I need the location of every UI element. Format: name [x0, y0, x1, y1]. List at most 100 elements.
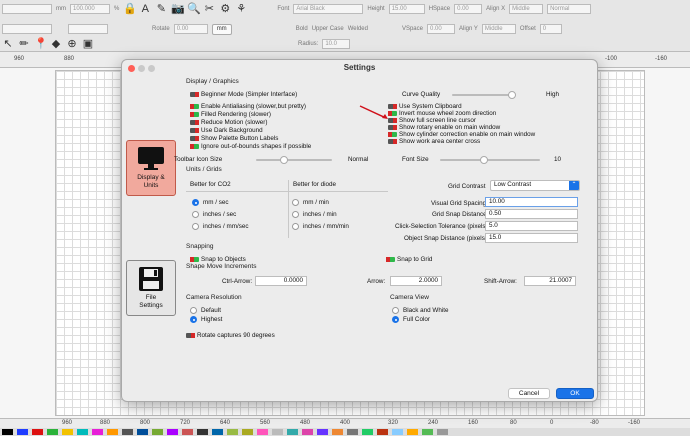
palette-swatch[interactable] [2, 429, 13, 435]
x-field[interactable] [2, 4, 52, 14]
zoom-icon[interactable]: 🔍 [187, 3, 201, 15]
palette-swatch[interactable] [32, 429, 43, 435]
align-icon[interactable]: ⊕ [66, 38, 78, 50]
filled-rendering-toggle[interactable]: Filled Rendering (slower) [190, 111, 271, 118]
beginner-mode-toggle[interactable]: Beginner Mode (Simpler Interface) [190, 91, 297, 98]
palette-swatch[interactable] [302, 429, 313, 435]
welded-checkbox[interactable]: Welded [348, 26, 368, 32]
unit-inches-min-radio[interactable]: inches / min [292, 211, 337, 218]
shift-arrow-input[interactable]: 21.0007 [524, 276, 576, 286]
text-tool-icon[interactable]: A [139, 3, 151, 15]
palette-swatch[interactable] [272, 429, 283, 435]
trace-icon[interactable]: ⚘ [235, 3, 247, 15]
palette-swatch[interactable] [362, 429, 373, 435]
grid-snap-distance-input[interactable]: 0.50 [485, 209, 578, 219]
unit-mm-min-radio[interactable]: mm / min [292, 199, 329, 206]
palette-swatch[interactable] [332, 429, 343, 435]
palette-swatch[interactable] [77, 429, 88, 435]
palette-swatch[interactable] [212, 429, 223, 435]
group-icon[interactable]: ▣ [82, 38, 94, 50]
arrow-input[interactable]: 2.0000 [390, 276, 442, 286]
palette-swatch[interactable] [287, 429, 298, 435]
camera-res-default-radio[interactable]: Default [190, 307, 221, 314]
palette-swatch[interactable] [122, 429, 133, 435]
palette-swatch[interactable] [227, 429, 238, 435]
hspace-field[interactable]: 0.00 [454, 4, 483, 14]
palette-swatch[interactable] [407, 429, 418, 435]
rotate-captures-toggle[interactable]: Rotate captures 90 degrees [186, 332, 275, 339]
height-scale-field[interactable] [68, 24, 108, 34]
height-field[interactable]: 15.00 [388, 4, 425, 14]
palette-swatch[interactable] [182, 429, 193, 435]
slider-knob[interactable] [280, 156, 288, 164]
unit-inches-sec-radio[interactable]: inches / sec [192, 211, 236, 218]
unit-mm-sec-radio[interactable]: mm / sec [192, 199, 229, 206]
node-tool-icon[interactable]: ✎ [155, 3, 167, 15]
reduce-motion-toggle[interactable]: Reduce Motion (slower) [190, 119, 268, 126]
camera-view-bw-radio[interactable]: Black and White [392, 307, 449, 314]
bold-checkbox[interactable]: Bold [296, 26, 308, 32]
dark-background-toggle[interactable]: Use Dark Background [190, 127, 263, 134]
offset-field[interactable]: 0 [539, 24, 562, 34]
camera-res-highest-radio[interactable]: Highest [190, 316, 222, 323]
ok-button[interactable]: OK [556, 388, 594, 399]
click-tolerance-input[interactable]: 5.0 [485, 221, 578, 231]
y-field[interactable] [2, 24, 52, 34]
close-window-icon[interactable] [128, 65, 135, 72]
cylinder-correction-toggle[interactable]: Show cylinder correction enable on main … [388, 131, 535, 138]
tools-icon[interactable]: ✂ [203, 3, 215, 15]
system-clipboard-toggle[interactable]: Use System Clipboard [388, 103, 462, 110]
palette-labels-toggle[interactable]: Show Palette Button Labels [190, 135, 278, 142]
position-icon[interactable]: ◆ [50, 38, 62, 50]
palette-swatch[interactable] [422, 429, 433, 435]
nav-display-units[interactable]: Display & Units [126, 140, 176, 196]
radius-field[interactable]: 10.0 [322, 39, 351, 49]
palette-swatch[interactable] [152, 429, 163, 435]
ctrl-arrow-input[interactable]: 0.0000 [255, 276, 307, 286]
cancel-button[interactable]: Cancel [508, 388, 550, 399]
invert-zoom-toggle[interactable]: Invert mouse wheel zoom direction [388, 110, 496, 117]
grid-contrast-select[interactable]: Low Contrast ⌃ [490, 180, 580, 191]
palette-swatch[interactable] [137, 429, 148, 435]
curve-quality-slider[interactable] [452, 91, 516, 99]
minimize-window-icon[interactable] [138, 65, 145, 72]
palette-swatch[interactable] [437, 429, 448, 435]
object-snap-distance-input[interactable]: 15.0 [485, 233, 578, 243]
align-x-select[interactable]: Middle [509, 4, 544, 14]
full-screen-cursor-toggle[interactable]: Show full screen line cursor [388, 117, 476, 124]
ignore-out-of-bounds-toggle[interactable]: Ignore out-of-bounds shapes if possible [190, 143, 311, 150]
palette-swatch[interactable] [317, 429, 328, 435]
palette-swatch[interactable] [377, 429, 388, 435]
slider-knob[interactable] [480, 156, 488, 164]
width-field[interactable]: 100.000 [70, 4, 110, 14]
palette-swatch[interactable] [242, 429, 253, 435]
camera-view-color-radio[interactable]: Full Color [392, 316, 430, 323]
align-y-select[interactable]: Middle [481, 24, 516, 34]
palette-swatch[interactable] [17, 429, 28, 435]
unit-inches-mm-min-radio[interactable]: inches / mm/min [292, 223, 349, 230]
font-size-slider[interactable] [440, 156, 540, 164]
unit-toggle-button[interactable]: mm [211, 23, 232, 35]
lock-icon[interactable]: 🔒 [123, 3, 137, 15]
font-select[interactable]: Arial Black [293, 4, 364, 14]
vspace-field[interactable]: 0.00 [426, 24, 455, 34]
palette-swatch[interactable] [347, 429, 358, 435]
nav-file-settings[interactable]: File Settings [126, 260, 176, 316]
pen-tool-icon[interactable]: ✏ [18, 38, 30, 50]
palette-swatch[interactable] [197, 429, 208, 435]
select-tool-icon[interactable]: ↖ [2, 38, 14, 50]
center-cross-toggle[interactable]: Show work area center cross [388, 138, 480, 145]
visual-grid-spacing-input[interactable]: 10.00 [485, 197, 578, 207]
unit-inches-mm-sec-radio[interactable]: inches / mm/sec [192, 223, 249, 230]
zoom-window-icon[interactable] [148, 65, 155, 72]
rotary-enable-toggle[interactable]: Show rotary enable on main window [388, 124, 500, 131]
palette-swatch[interactable] [62, 429, 73, 435]
antialiasing-toggle[interactable]: Enable Antialiasing (slower,but pretty) [190, 103, 306, 110]
settings-gear-icon[interactable]: ⚙ [219, 3, 231, 15]
toolbar-icon-size-slider[interactable] [256, 156, 332, 164]
slider-knob[interactable] [508, 91, 516, 99]
palette-swatch[interactable] [392, 429, 403, 435]
palette-swatch[interactable] [257, 429, 268, 435]
snap-to-grid-toggle[interactable]: Snap to Grid [386, 256, 432, 263]
marker-icon[interactable]: 📍 [34, 38, 48, 50]
